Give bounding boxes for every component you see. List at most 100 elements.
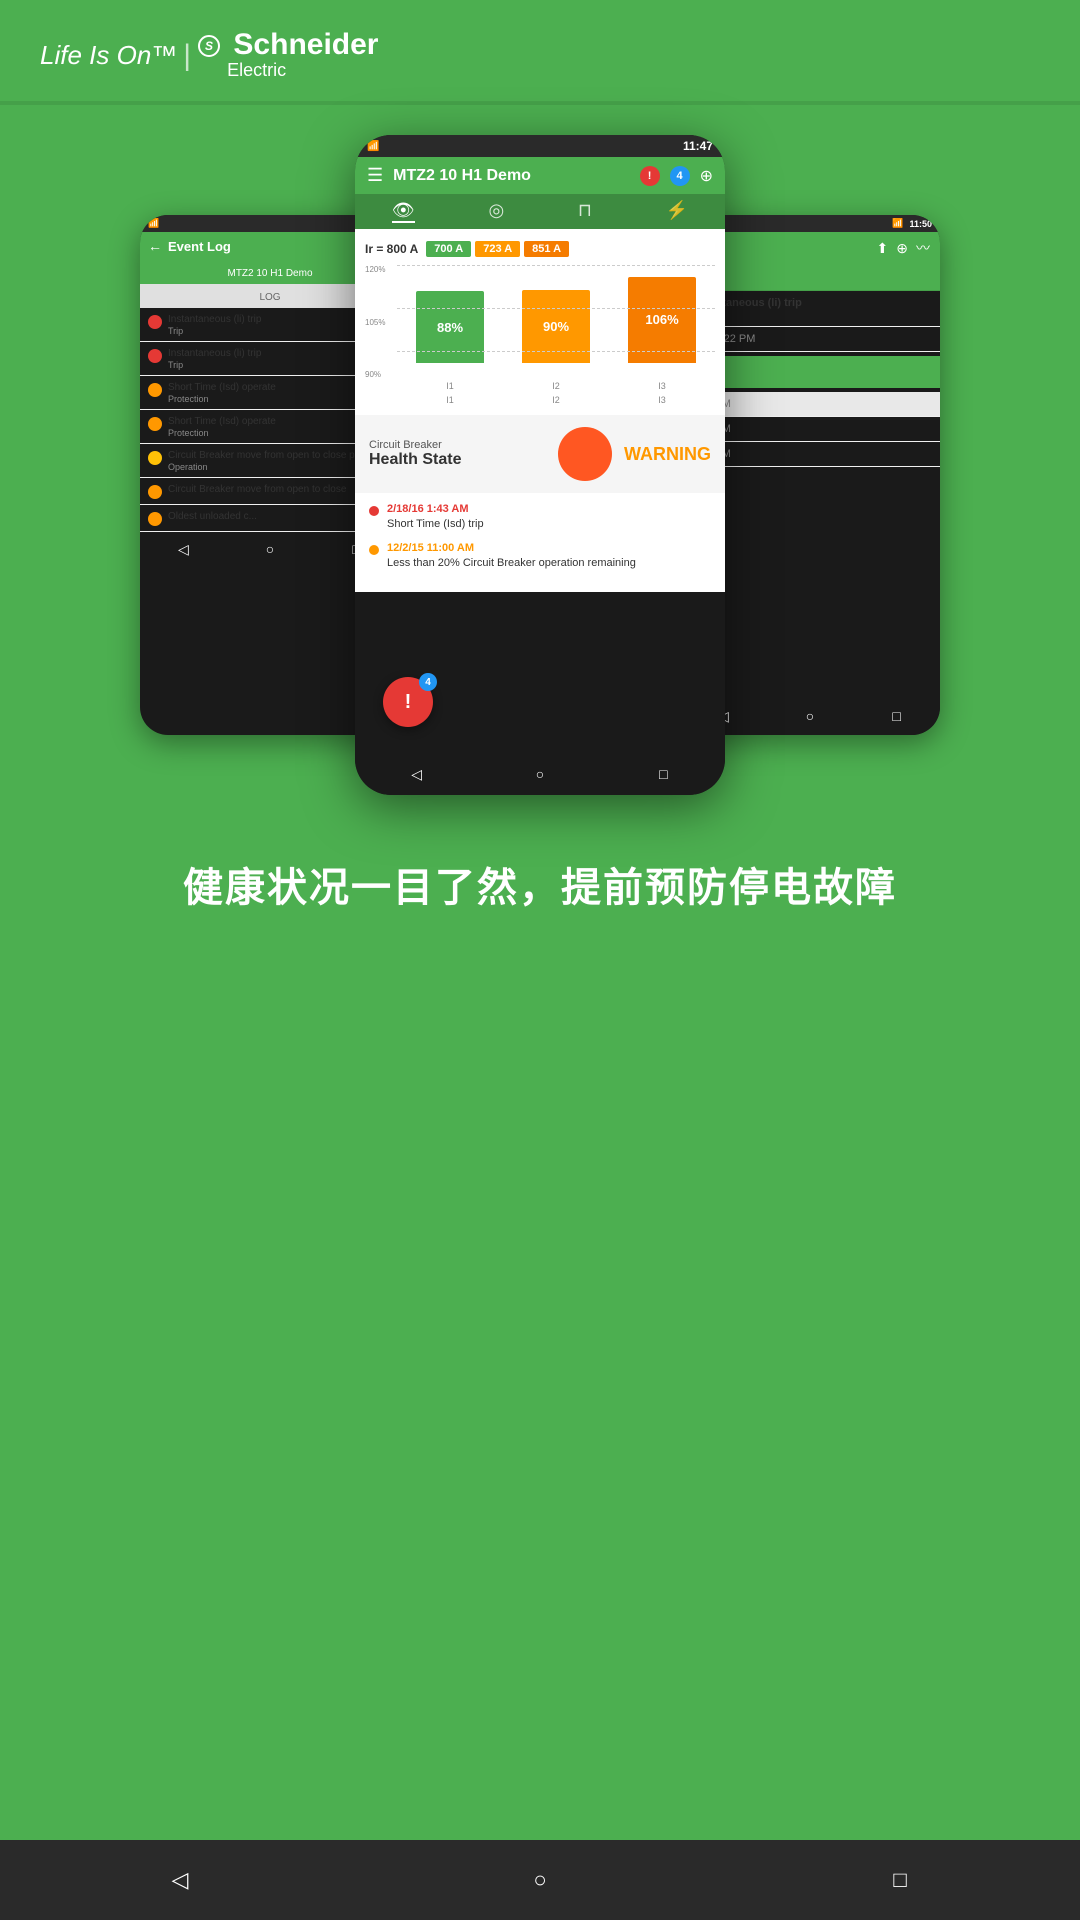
notification-bubble[interactable]: ! 4 bbox=[383, 677, 433, 727]
left-title: Event Log bbox=[168, 239, 231, 254]
bluetooth-icon: ⊕ bbox=[700, 166, 713, 186]
brand-name: Life Is On™ | S Schneider Electric bbox=[40, 30, 378, 81]
alert-dot-orange bbox=[369, 545, 379, 555]
log-sub: Protection bbox=[168, 394, 276, 404]
alert-section: 2/18/16 1:43 AM Short Time (Isd) trip 12… bbox=[355, 493, 725, 592]
wave-icon: 〰 bbox=[916, 238, 930, 258]
center-tabs: 👁 ◎ ⊓ ⚡ bbox=[355, 194, 725, 231]
status-dot-orange bbox=[148, 417, 162, 431]
system-recent-button[interactable]: □ bbox=[880, 1860, 920, 1900]
exclaim-icon: ! bbox=[405, 691, 412, 714]
svg-text:S: S bbox=[205, 39, 213, 53]
right-highlighted-text bbox=[690, 366, 930, 378]
log-sub: Trip bbox=[168, 326, 261, 336]
app-header: Life Is On™ | S Schneider Electric bbox=[0, 0, 1080, 101]
back-button[interactable]: ◁ bbox=[172, 538, 194, 560]
bottom-navigation: ◁ ○ □ bbox=[0, 1840, 1080, 1920]
right-signal: 📶 bbox=[892, 218, 903, 229]
axis-i2: I2 bbox=[503, 395, 609, 405]
status-dot-orange bbox=[148, 485, 162, 499]
tab-lightning-icon[interactable]: ⚡ bbox=[666, 200, 688, 223]
bar-group-i2: 90% I2 bbox=[503, 265, 609, 379]
chart-header: Ir = 800 A 700 A 723 A 851 A bbox=[365, 241, 715, 257]
right-time: 11:50 bbox=[909, 219, 932, 229]
home-button[interactable]: ○ bbox=[529, 763, 551, 785]
health-title: Circuit Breaker bbox=[369, 439, 546, 451]
status-dot-red bbox=[148, 349, 162, 363]
phones-display: 📶 11:50 ← Event Log MTZ2 10 H1 Demo LOG … bbox=[140, 135, 940, 815]
tab-chart-icon[interactable]: ◎ bbox=[488, 200, 504, 223]
current-i1: 700 A bbox=[426, 241, 471, 257]
left-back-icon[interactable]: ← bbox=[148, 238, 162, 254]
center-title: MTZ2 10 H1 Demo bbox=[393, 167, 629, 185]
axis-i3: I3 bbox=[609, 395, 715, 405]
y-label-105: 105% bbox=[365, 318, 385, 327]
recent-button[interactable]: □ bbox=[886, 705, 908, 727]
schneider-logo: S Schneider Electric bbox=[197, 30, 378, 81]
bar-i1: 88% bbox=[416, 291, 484, 363]
status-dot-orange bbox=[148, 383, 162, 397]
bubble-count: 4 bbox=[419, 673, 437, 691]
log-text: Circuit Breaker move from open to close bbox=[168, 483, 346, 496]
log-text: Instantaneous (li) trip bbox=[168, 347, 261, 360]
schneider-text: S Schneider bbox=[197, 30, 378, 60]
log-sub: Protection bbox=[168, 428, 276, 438]
gridline-120 bbox=[397, 265, 715, 266]
health-state-section: Circuit Breaker Health State WARNING bbox=[355, 415, 725, 493]
gridline-105 bbox=[397, 308, 715, 309]
tab-settings-icon[interactable]: ⊓ bbox=[578, 200, 592, 223]
health-labels: Circuit Breaker Health State bbox=[369, 439, 546, 469]
log-sub: Operation bbox=[168, 462, 384, 472]
center-status-bar: 📶 11:47 bbox=[355, 135, 725, 157]
share-icon[interactable]: ⬆ bbox=[877, 240, 889, 257]
tagline: 健康状况一目了然，提前预防停电故障 bbox=[123, 815, 957, 953]
bar-group-i3: 106% I3 bbox=[609, 265, 715, 379]
center-bottom-nav: ◁ ○ □ bbox=[355, 753, 725, 795]
bar-label-i2: I2 bbox=[552, 381, 560, 391]
notification-count[interactable]: 4 bbox=[670, 166, 690, 186]
log-text: Circuit Breaker move from open to close … bbox=[168, 449, 384, 462]
alert-dot-red bbox=[369, 506, 379, 516]
gridline-90 bbox=[397, 351, 715, 352]
recent-button[interactable]: □ bbox=[652, 763, 674, 785]
electric-text: Electric bbox=[227, 60, 286, 81]
left-signal-icon: 📶 bbox=[148, 218, 159, 229]
tab-view-icon[interactable]: 👁 bbox=[392, 200, 415, 223]
y-label-90: 90% bbox=[365, 370, 385, 379]
menu-icon[interactable]: ☰ bbox=[367, 165, 383, 186]
bar-label-i1: I1 bbox=[446, 381, 454, 391]
alert-badge[interactable]: ! bbox=[640, 166, 660, 186]
back-button[interactable]: ◁ bbox=[406, 763, 428, 785]
system-back-button[interactable]: ◁ bbox=[160, 1860, 200, 1900]
status-dot-red bbox=[148, 315, 162, 329]
center-time: 11:47 bbox=[683, 139, 713, 153]
chart-area: Ir = 800 A 700 A 723 A 851 A 120% 105% 9… bbox=[355, 231, 725, 415]
log-text: Short Time (Isd) operate bbox=[168, 381, 276, 394]
status-dot-yellow bbox=[148, 451, 162, 465]
y-label-120: 120% bbox=[365, 265, 385, 274]
current-values: 700 A 723 A 851 A bbox=[426, 241, 569, 257]
divider: | bbox=[183, 39, 191, 73]
home-button[interactable]: ○ bbox=[799, 705, 821, 727]
log-text: Short Time (Isd) operate bbox=[168, 415, 276, 428]
right-item-label-1: Instantaneous (li) trip bbox=[690, 297, 930, 309]
system-home-button[interactable]: ○ bbox=[520, 1860, 560, 1900]
health-name: Health State bbox=[369, 451, 546, 469]
ir-label: Ir = 800 A bbox=[365, 242, 418, 256]
y-axis-labels: 120% 105% 90% bbox=[365, 265, 385, 395]
axis-labels: I1 I2 I3 bbox=[365, 395, 715, 405]
bar-chart: 120% 105% 90% 88% I1 90% I2 bbox=[365, 265, 715, 395]
right-item-3: ...25 PM bbox=[690, 398, 930, 410]
right-item-date: 2/14 3:22 PM bbox=[690, 333, 930, 345]
log-text: Instantaneous (li) trip bbox=[168, 313, 261, 326]
warning-label: WARNING bbox=[624, 444, 711, 465]
phone-center: 📶 11:47 ☰ MTZ2 10 H1 Demo ! 4 ⊕ 👁 ◎ ⊓ ⚡ bbox=[355, 135, 725, 795]
alert-desc-1: Short Time (Isd) trip bbox=[387, 517, 484, 532]
right-item-5: ...b5 PM bbox=[690, 448, 930, 460]
life-is-on-text: Life Is On™ bbox=[40, 40, 177, 71]
bluetooth-right-icon: ⊕ bbox=[896, 240, 908, 257]
home-button[interactable]: ○ bbox=[259, 538, 281, 560]
right-item-sub-1: High bbox=[690, 309, 930, 320]
log-text: Oldest unloaded c... bbox=[168, 510, 257, 523]
axis-i1: I1 bbox=[397, 395, 503, 405]
